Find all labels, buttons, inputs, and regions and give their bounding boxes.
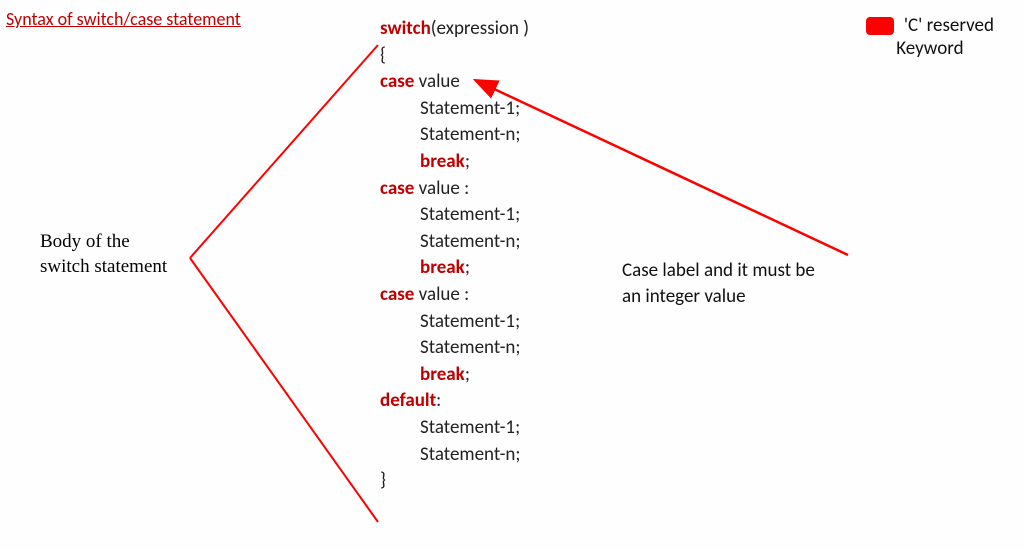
semicolon: ;	[465, 256, 470, 279]
case-keyword: case	[380, 177, 414, 200]
case-annotation: Case label and it must be an integer val…	[622, 258, 815, 309]
break-keyword: break	[420, 363, 465, 386]
expression-text: (expression )	[431, 17, 529, 40]
break-keyword: break	[420, 256, 465, 279]
colon: :	[436, 389, 441, 412]
default-keyword: default	[380, 389, 436, 412]
statement-n: Statement-n;	[380, 442, 529, 469]
statement-n: Statement-n;	[380, 335, 529, 362]
legend-color-swatch	[866, 17, 894, 35]
body-annotation-line2: switch statement	[40, 255, 167, 280]
statement-1: Statement-1;	[380, 415, 529, 442]
case-label-arrow	[475, 80, 848, 255]
statement-n: Statement-n;	[380, 229, 529, 256]
case-keyword: case	[380, 70, 414, 93]
case-value: value	[414, 70, 460, 93]
body-bracket-top	[190, 45, 378, 258]
case-annotation-line1: Case label and it must be	[622, 258, 815, 284]
case-value: value :	[414, 177, 469, 200]
body-annotation-line1: Body of the	[40, 230, 167, 255]
legend-text-line1: 'C' reserved	[904, 14, 994, 37]
statement-1: Statement-1;	[380, 202, 529, 229]
open-brace: {	[380, 43, 529, 70]
legend: 'C' reserved Keyword	[866, 14, 994, 60]
close-brace: }	[380, 468, 529, 495]
legend-text-line2: Keyword	[896, 37, 963, 60]
break-keyword: break	[420, 150, 465, 173]
case-value: value :	[414, 283, 469, 306]
body-bracket-bottom	[190, 258, 378, 522]
statement-1: Statement-1;	[380, 309, 529, 336]
diagram-title: Syntax of switch/case statement	[6, 8, 241, 30]
semicolon: ;	[465, 150, 470, 173]
semicolon: ;	[465, 363, 470, 386]
body-annotation: Body of the switch statement	[40, 230, 167, 279]
code-block: switch(expression ) { case value Stateme…	[380, 16, 529, 495]
statement-n: Statement-n;	[380, 122, 529, 149]
statement-1: Statement-1;	[380, 96, 529, 123]
case-keyword: case	[380, 283, 414, 306]
switch-keyword: switch	[380, 17, 431, 40]
case-annotation-line2: an integer value	[622, 284, 815, 310]
